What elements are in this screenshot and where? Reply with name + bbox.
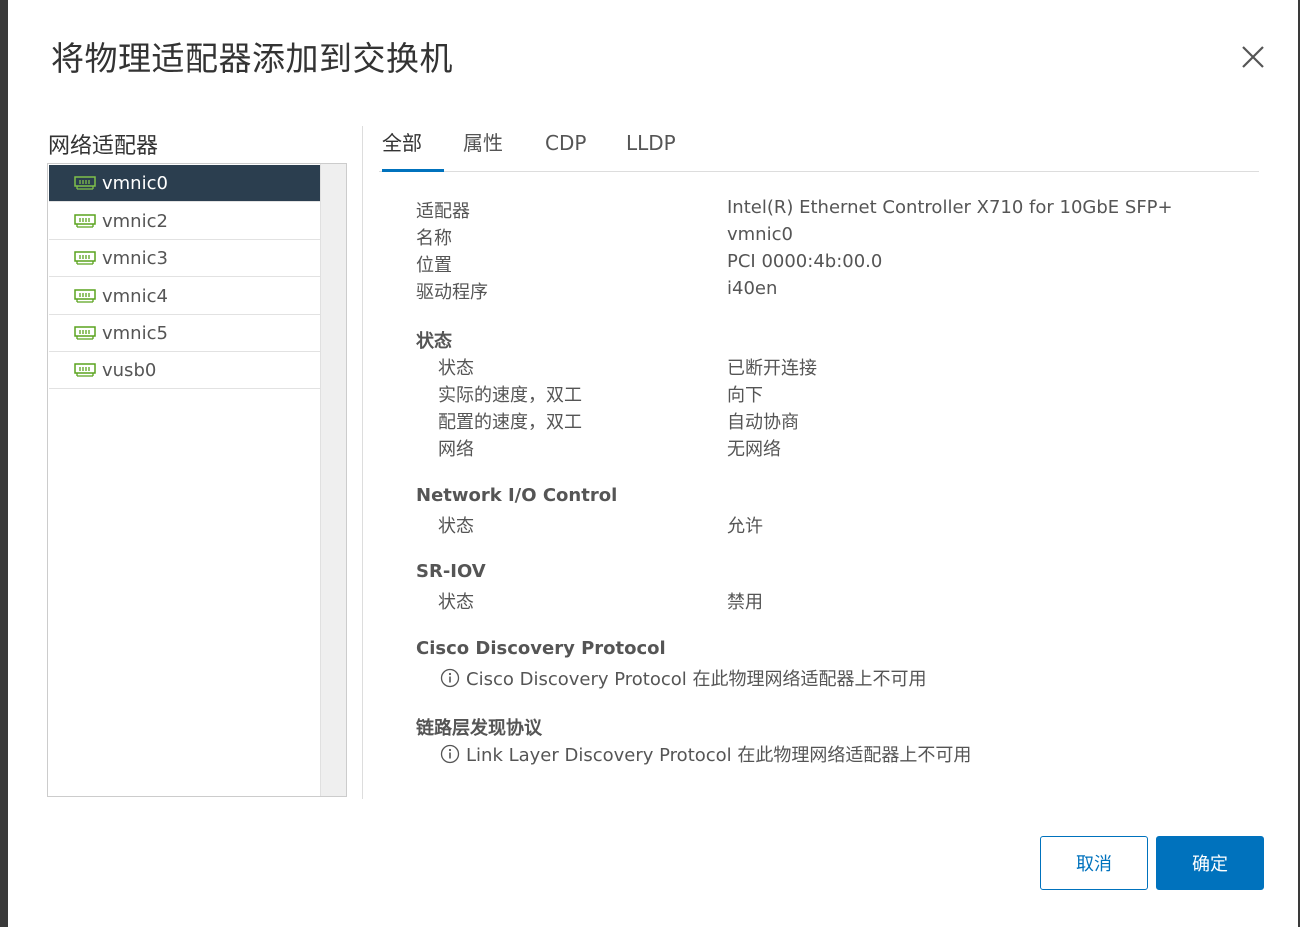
detail-value: 已断开连接 — [727, 358, 817, 379]
tab-all[interactable]: 全部 — [382, 128, 444, 172]
detail-label: 实际的速度，双工 — [438, 385, 582, 406]
detail-value: 禁用 — [727, 592, 763, 613]
detail-value: 自动协商 — [727, 412, 799, 433]
network-adapter-icon — [74, 326, 96, 340]
cdp-info-message: Cisco Discovery Protocol 在此物理网络适配器上不可用 — [440, 665, 926, 691]
lldp-message-text: Link Layer Discovery Protocol 在此物理网络适配器上… — [466, 745, 972, 766]
adapter-label: vusb0 — [102, 359, 157, 381]
lldp-info-message: Link Layer Discovery Protocol 在此物理网络适配器上… — [440, 741, 971, 767]
detail-value: 向下 — [727, 385, 763, 406]
detail-label: 适配器 — [416, 201, 470, 222]
detail-label: 状态 — [438, 516, 474, 537]
dialog-title: 将物理适配器添加到交换机 — [51, 39, 453, 78]
detail-label: 配置的速度，双工 — [438, 412, 582, 433]
detail-value: i40en — [727, 278, 778, 299]
tab-properties[interactable]: 属性 — [463, 128, 503, 172]
adapter-label: vmnic0 — [102, 172, 168, 194]
adapter-item-vmnic0[interactable]: vmnic0 — [49, 165, 320, 202]
section-status: 状态 — [416, 331, 452, 352]
adapter-item-vmnic5[interactable]: vmnic5 — [49, 315, 320, 352]
tab-lldp[interactable]: LLDP — [626, 128, 676, 172]
network-adapter-icon — [74, 214, 96, 228]
detail-label: 驱动程序 — [416, 282, 488, 303]
detail-tabs: 全部 属性 CDP LLDP — [379, 126, 1259, 172]
detail-label: 状态 — [438, 592, 474, 613]
detail-value: Intel(R) Ethernet Controller X710 for 10… — [727, 197, 1173, 218]
adapter-item-vusb0[interactable]: vusb0 — [49, 352, 320, 389]
adapter-label: vmnic5 — [102, 322, 168, 344]
detail-value: 允许 — [727, 516, 763, 537]
adapter-item-vmnic4[interactable]: vmnic4 — [49, 278, 320, 315]
detail-label: 名称 — [416, 228, 452, 249]
adapter-list: vmnic0 vmnic2 vmnic3 vmnic4 vmnic5 vusb0 — [47, 163, 347, 797]
list-scrollbar[interactable] — [320, 164, 346, 796]
detail-label: 状态 — [438, 358, 474, 379]
adapter-item-vmnic3[interactable]: vmnic3 — [49, 240, 320, 277]
detail-value: 无网络 — [727, 439, 781, 460]
info-icon — [440, 744, 460, 764]
adapter-label: vmnic2 — [102, 210, 168, 232]
detail-value: vmnic0 — [727, 224, 793, 245]
section-nioc: Network I/O Control — [416, 485, 618, 506]
network-adapter-icon — [74, 363, 96, 377]
section-sriov: SR-IOV — [416, 561, 486, 582]
adapter-label: vmnic3 — [102, 247, 168, 269]
close-icon[interactable] — [1236, 40, 1270, 74]
panel-divider — [362, 126, 363, 799]
adapters-heading: 网络适配器 — [48, 134, 159, 159]
network-adapter-icon — [74, 289, 96, 303]
section-lldp: 链路层发现协议 — [416, 718, 542, 739]
section-cdp: Cisco Discovery Protocol — [416, 638, 666, 659]
info-icon — [440, 668, 460, 688]
network-adapter-icon — [74, 251, 96, 265]
tab-cdp[interactable]: CDP — [545, 128, 586, 172]
detail-label: 位置 — [416, 255, 452, 276]
cdp-message-text: Cisco Discovery Protocol 在此物理网络适配器上不可用 — [466, 669, 927, 690]
ok-button[interactable]: 确定 — [1156, 836, 1264, 890]
adapter-label: vmnic4 — [102, 285, 168, 307]
detail-value: PCI 0000:4b:00.0 — [727, 251, 883, 272]
cancel-button[interactable]: 取消 — [1040, 836, 1148, 890]
add-adapter-dialog: 将物理适配器添加到交换机 网络适配器 vmnic0 vmnic2 vmnic3 — [8, 0, 1298, 927]
network-adapter-icon — [74, 176, 96, 190]
detail-label: 网络 — [438, 439, 474, 460]
adapter-item-vmnic2[interactable]: vmnic2 — [49, 203, 320, 240]
